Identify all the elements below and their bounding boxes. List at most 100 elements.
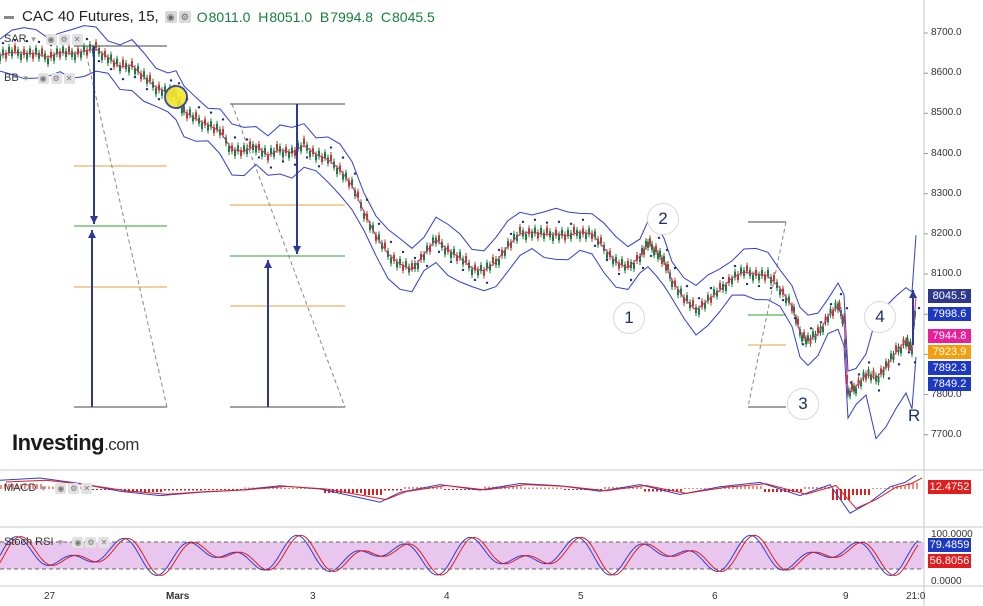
sar-dot [121,77,125,81]
price-tag-ema: 7944.8 [928,329,971,343]
sar-dot [521,220,525,224]
bollinger-upper [0,25,917,372]
candle-body [50,51,52,58]
candle-body [77,48,79,55]
macd-hist-bar [852,489,854,495]
sar-dot [233,136,237,139]
macd-hist-bar [440,487,442,489]
time-label: 9 [843,591,849,602]
time-label: 5 [578,591,584,602]
macd-hist-bar [192,489,194,491]
candle-body [38,52,40,59]
time-label: 3 [310,591,316,602]
sar-dot [157,98,161,101]
macd-hist-bar [176,489,178,491]
sar-dot [673,266,677,270]
symbol-title[interactable]: CAC 40 Futures, 15, [22,8,159,25]
candle-body [900,347,902,354]
macd-hist-bar [696,488,698,489]
macd-hist-bar [700,488,702,489]
sar-dot [629,278,633,282]
sar-dot [169,79,173,82]
settings-icon: ⚙ [58,33,70,45]
visibility-icon: ◉ [37,72,49,84]
candle-body [492,257,494,264]
macd-hist-bar [144,489,146,492]
macd-hist-bar [532,487,534,489]
macd-hist-bar [812,487,814,489]
macd-hist-bar [564,489,566,490]
macd-hist-bar [760,486,762,489]
macd-hist-bar [576,489,578,490]
macd-hist-bar [880,488,882,489]
sar-dot [341,156,345,159]
indicator-stoch-label[interactable]: Stoch RSI ▼ ◉ ⚙ ✕ [4,536,110,548]
macd-hist-bar [168,489,170,491]
macd-hist-bar [776,489,778,492]
stoch-k-tag: 79.4859 [928,538,971,552]
macd-hist-bar [744,486,746,489]
sar-dot [849,381,853,384]
price-tag-mid: 7923.9 [928,345,971,359]
sar-dot [305,156,309,159]
price-tag-lower: 7849.2 [928,377,971,391]
sar-dot [197,106,201,109]
candle-body [390,257,392,264]
macd-hist-bar [228,489,230,490]
macd-hist-bar [292,488,294,489]
macd-hist-bar [208,489,210,490]
collapse-icon[interactable]: ▬ [4,11,14,22]
candle-body [74,54,76,61]
macd-hist-bar [296,488,298,489]
macd-hist-bar [904,486,906,489]
sar-dot [461,268,465,272]
indicator-sar-label[interactable]: SAR ▼ ◉ ⚙ ✕ [4,33,83,45]
macd-hist-bar [748,486,750,489]
candle-body [438,235,440,242]
macd-hist-bar [400,489,402,491]
candle-body [867,369,870,376]
sar-dot [365,198,369,201]
sar-dot [509,232,513,236]
sar-dot [809,327,813,330]
candle-body [411,263,413,270]
close-icon: ✕ [98,536,110,548]
investing-logo: Investing.com [12,430,139,455]
indicator-bb-label[interactable]: BB ▼ ◉ ⚙ ✕ [4,72,75,84]
candle-body [246,147,248,154]
macd-hist-bar [232,489,234,490]
sar-dot [757,284,761,288]
candle-body [528,228,530,235]
candle-body [698,308,700,315]
macd-hist-bar [680,489,682,492]
r-label: R [908,406,921,425]
macd-hist-bar [352,489,354,493]
candle-body [872,370,875,377]
macd-hist-bar [280,487,282,489]
macd-hist-bar [684,488,686,489]
macd-hist-bar [768,489,770,492]
macd-hist-bar [448,489,450,490]
macd-hist-bar [516,486,518,489]
macd-value-tag: 12.4752 [928,480,971,494]
sar-dot [887,377,891,380]
macd-hist-bar [148,489,150,492]
macd-hist-bar [548,487,550,489]
macd-hist-bar [872,488,874,489]
stoch-band [0,542,924,569]
indicator-macd-label[interactable]: MACD ▼ ◉ ⚙ ✕ [4,482,93,494]
chevron-down-icon: ▼ [39,483,48,493]
macd-hist-bar [180,489,182,491]
macd-hist-bar [408,487,410,489]
macd-hist-bar [916,482,918,489]
visibility-icon[interactable]: ◉ [164,10,177,23]
macd-hist-bar [556,487,558,489]
candle-body [870,374,872,381]
chart-canvas[interactable] [0,0,983,606]
macd-hist-bar [652,489,654,492]
sar-dot [85,37,89,41]
macd-hist-bar [520,486,522,489]
macd-hist-bar [456,489,458,490]
settings-icon[interactable]: ⚙ [178,10,191,23]
macd-hist-bar [524,487,526,489]
